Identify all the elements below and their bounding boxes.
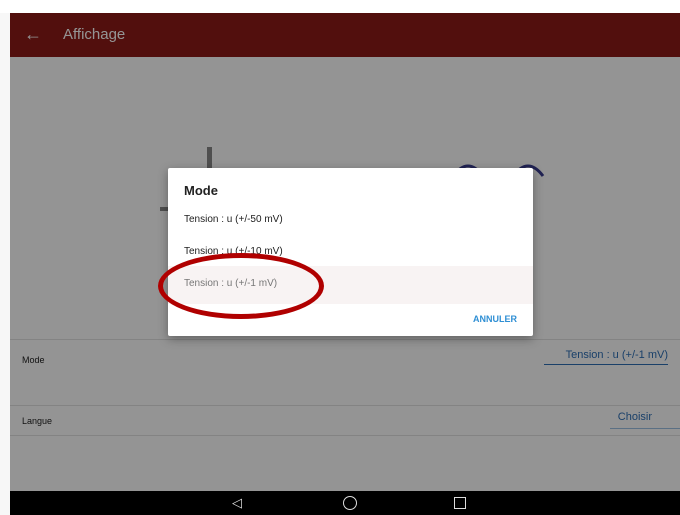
triangle-back-icon[interactable]: ◁ xyxy=(232,494,242,512)
mode-option-50mv[interactable]: Tension : u (+/-50 mV) xyxy=(184,214,283,225)
cancel-button[interactable]: ANNULER xyxy=(473,314,517,324)
circle-home-icon[interactable] xyxy=(343,496,357,510)
highlight-ellipse xyxy=(158,253,324,319)
square-recents-icon[interactable] xyxy=(454,497,466,509)
dialog-title: Mode xyxy=(184,183,218,198)
navigation-bar: ◁ xyxy=(10,491,680,515)
status-bar xyxy=(0,0,680,13)
